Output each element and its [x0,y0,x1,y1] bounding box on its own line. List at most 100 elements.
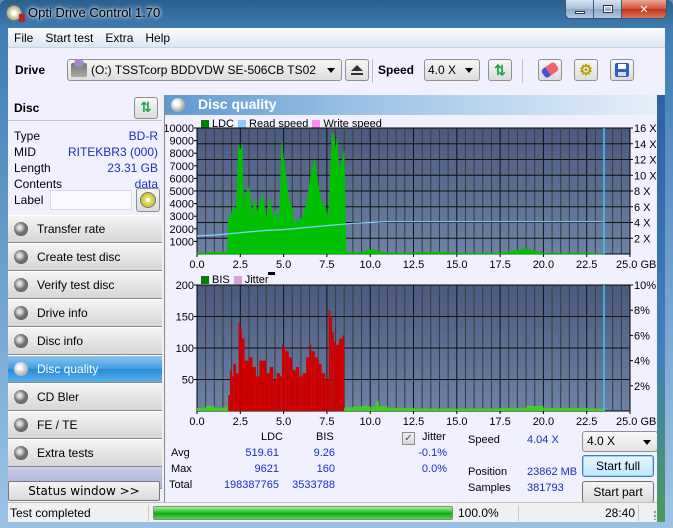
samples-value: 381793 [527,482,564,494]
ldc-y2-tick-label: 4 X [634,218,651,230]
disc-icon [14,418,28,432]
bis-bar [346,407,353,411]
check-icon: ✓ [404,433,413,444]
bis-bar [375,401,379,411]
settings-icon: ⚙ [579,62,593,79]
ldc-y-tick-label: 2000 [170,224,194,236]
bis-bar [292,370,296,411]
bis-bar [252,366,256,411]
field-label: Type [14,129,41,143]
nav-disc-quality[interactable]: Disc quality [8,355,162,383]
nav-cd-bler[interactable]: CD Bler [8,383,162,411]
bis-y2-tick-label: 2% [634,381,650,393]
refresh-drive-button[interactable]: ⇅ [488,59,512,81]
menu-file[interactable]: File [8,31,39,45]
refresh-icon: ⇅ [494,61,506,78]
nav-fe-te[interactable]: FE / TE [8,411,162,439]
jitter-avg: -0.1% [418,447,447,459]
speed-label: Speed [378,63,415,77]
status-bar: Test completed 100.0% 28:40 [8,502,665,522]
ldc-y-tick-label: 9000 [170,136,194,148]
start-part-button[interactable]: Start part [582,481,654,503]
bis-bar [280,376,282,411]
erase-button[interactable] [538,59,562,81]
bis-bar [197,407,206,411]
save-button[interactable] [610,59,634,81]
nav-label: Disc quality [37,362,99,376]
app-logo-icon [6,5,25,22]
bis-bar [269,366,274,411]
bis-x-tick-label: 7.5 [319,416,334,428]
bis-bar [244,360,249,411]
test-speed-value: 4.0 X [587,434,616,448]
bis-x-tick-label: 0.0 [189,416,204,428]
erase-icon [540,61,560,79]
bis-bar [283,348,286,411]
ldc-y-tick-label: 6000 [170,173,194,185]
disc-type-row: Type BD-R [14,128,158,144]
start-full-button[interactable]: Start full [582,455,654,477]
maximize-button[interactable] [594,0,622,18]
speed-select[interactable]: 4.0 X [424,59,480,81]
bis-bar [229,370,232,411]
drive-label: Drive [15,63,46,77]
drive-select[interactable]: (O:) TSSTcorp BDDVDW SE-506CB TS02 [67,59,342,81]
nav-disc-info[interactable]: Disc info [8,327,162,355]
menu-help[interactable]: Help [139,31,176,45]
nav-create-test-disc[interactable]: Create test disc [8,243,162,271]
disc-info: Type BD-R MID RITEKBR3 (000) Length 23.31 G… [14,128,158,192]
ldc-x-tick-label: 7.5 [319,259,334,271]
save-icon [615,63,629,77]
menu-start-test[interactable]: Start test [39,31,99,45]
bis-bar [238,322,241,411]
left-panel: Disc ⇅ Type BD-R MID RITEKBR3 (000) Length… [8,95,162,522]
stats-max-ldc: 9621 [254,463,279,475]
nav-extra-tests[interactable]: Extra tests [8,439,162,467]
ldc-y-tick-label: 8000 [170,148,194,160]
bis-bar [309,344,312,411]
bis-bar [333,341,336,411]
jitter-checkbox[interactable]: ✓ [402,432,415,445]
nav-drive-info[interactable]: Drive info [8,299,162,327]
nav-verify-test-disc[interactable]: Verify test disc [8,271,162,299]
bis-y2-tick-label: 8% [634,305,650,317]
title-bar[interactable]: Opti Drive Control 1.70 ✕ [0,0,673,28]
progress-fill [154,507,452,519]
test-speed-select[interactable]: 4.0 X [582,431,658,452]
status-divider [638,505,639,521]
bis-bar [299,376,303,411]
app-window: Opti Drive Control 1.70 ✕ File Start tes… [0,0,673,528]
chevron-down-icon [465,68,473,73]
bis-x-tick-label: 12.5 [403,416,424,428]
settings-button[interactable]: ⚙ [574,59,598,81]
bis-bar [231,376,234,411]
window-title: Opti Drive Control 1.70 [28,5,161,20]
menu-extra[interactable]: Extra [99,31,139,45]
field-label: Length [14,161,51,175]
bis-bar [205,406,215,411]
toolbar-divider [372,59,373,83]
ldc-y2-tick-label: 14 X [634,139,657,151]
eject-button[interactable] [345,59,369,81]
minimize-icon [574,10,585,14]
stats-col-ldc: LDC [261,431,284,443]
cd-icon [140,192,156,208]
close-button[interactable]: ✕ [622,0,666,18]
bis-bar [242,338,245,411]
stats-max-bis: 160 [316,463,335,475]
minimize-button[interactable] [566,0,594,18]
disc-quality-panel: Disc quality LDC Read speed Write speed … [164,95,665,503]
nav-transfer-rate[interactable]: Transfer rate [8,215,162,243]
toolbar-divider [522,59,523,83]
disc-label-button[interactable] [136,188,160,212]
bis-bar [311,351,315,411]
disc-refresh-button[interactable]: ⇅ [134,97,158,119]
window-edge [657,95,665,522]
bis-bar [285,351,289,411]
disc-label-input[interactable] [50,190,132,210]
refresh-icon: ⇅ [140,100,152,116]
ldc-y2-tick-label: 12 X [634,155,657,167]
bis-x-tick-label: 10.0 [359,416,380,428]
status-window-button[interactable]: Status window >> [8,481,160,501]
ldc-x-tick-label: 10.0 [359,259,380,271]
